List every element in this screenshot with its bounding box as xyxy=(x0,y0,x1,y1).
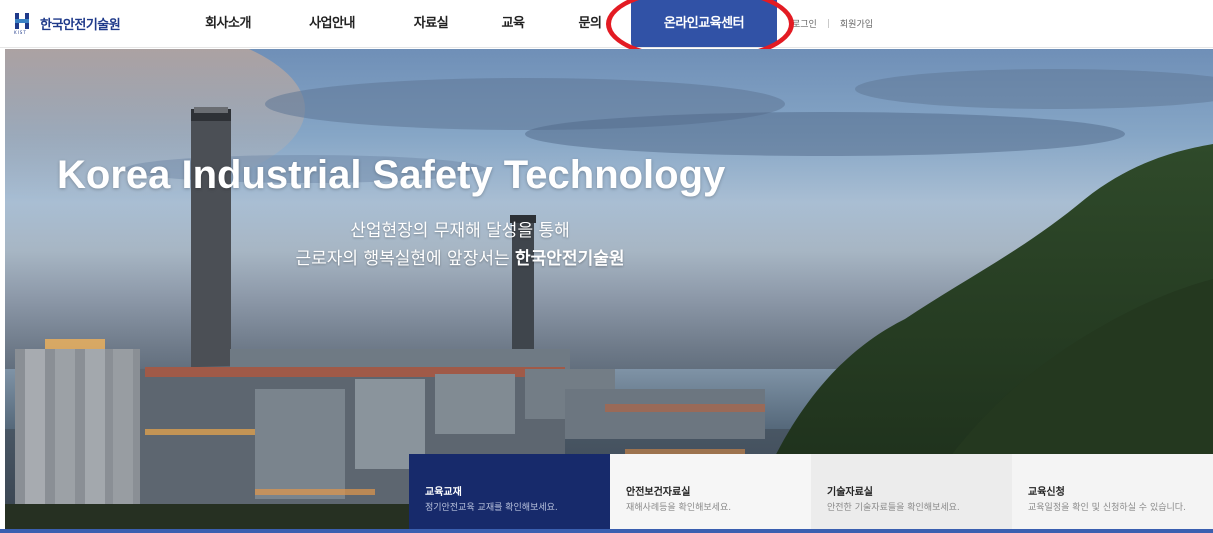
hero-subtitle-prefix: 근로자의 행복실현에 앞장서는 xyxy=(295,249,516,269)
quick-link-cards: 교육교재 정기안전교육 교재를 확인해보세요. 안전보건자료실 재해사례등을 확… xyxy=(409,454,1213,529)
card-safety-health-archive[interactable]: 안전보건자료실 재해사례등을 확인해보세요. xyxy=(610,454,811,529)
hero-title: Korea Industrial Safety Technology xyxy=(57,153,726,197)
util-links: 로그인 | 회원가입 xyxy=(792,17,873,31)
util-separator: | xyxy=(826,18,830,29)
nav-item-company[interactable]: 회사소개 xyxy=(198,0,258,48)
logo-mark-icon: KIST xyxy=(14,11,34,35)
login-link[interactable]: 로그인 xyxy=(792,17,817,30)
card-education-application[interactable]: 교육신청 교육일정을 확인 및 신청하실 수 있습니다. xyxy=(1012,454,1213,529)
nav-item-archive[interactable]: 자료실 xyxy=(408,0,454,48)
card-technical-archive[interactable]: 기술자료실 안전한 기술자료들을 확인해보세요. xyxy=(811,454,1012,529)
hero-subtitle-line-1: 산업현장의 무재해 달성을 통해 xyxy=(350,221,570,241)
card-education-materials[interactable]: 교육교재 정기안전교육 교재를 확인해보세요. xyxy=(409,454,610,529)
nav-item-inquiry[interactable]: 문의 xyxy=(573,0,607,48)
card-desc: 안전한 기술자료들을 확인해보세요. xyxy=(827,503,960,513)
site-header: KIST 한국안전기술원 회사소개 사업안내 자료실 교육 문의 온라인교육센터… xyxy=(0,0,1213,48)
hero-subtitle-line-2: 근로자의 행복실현에 앞장서는 한국안전기술원 xyxy=(5,244,915,269)
card-title: 교육교재 xyxy=(425,487,462,498)
nav-item-online-education-center[interactable]: 온라인교육센터 xyxy=(631,0,777,47)
card-desc: 교육일정을 확인 및 신청하실 수 있습니다. xyxy=(1028,503,1186,513)
logo-text: 한국안전기술원 xyxy=(40,17,121,33)
card-title: 교육신청 xyxy=(1028,487,1065,498)
bottom-accent-bar xyxy=(0,529,1213,533)
signup-link[interactable]: 회원가입 xyxy=(840,17,873,30)
card-title: 안전보건자료실 xyxy=(626,487,691,498)
hero-subtitle-brand: 한국안전기술원 xyxy=(515,249,625,269)
card-title: 기술자료실 xyxy=(827,487,873,498)
card-desc: 정기안전교육 교재를 확인해보세요. xyxy=(425,503,558,513)
nav-item-education[interactable]: 교육 xyxy=(496,0,530,48)
site-logo[interactable]: KIST 한국안전기술원 xyxy=(14,10,121,36)
nav-item-business[interactable]: 사업안내 xyxy=(300,0,364,48)
card-desc: 재해사례등을 확인해보세요. xyxy=(626,503,732,513)
